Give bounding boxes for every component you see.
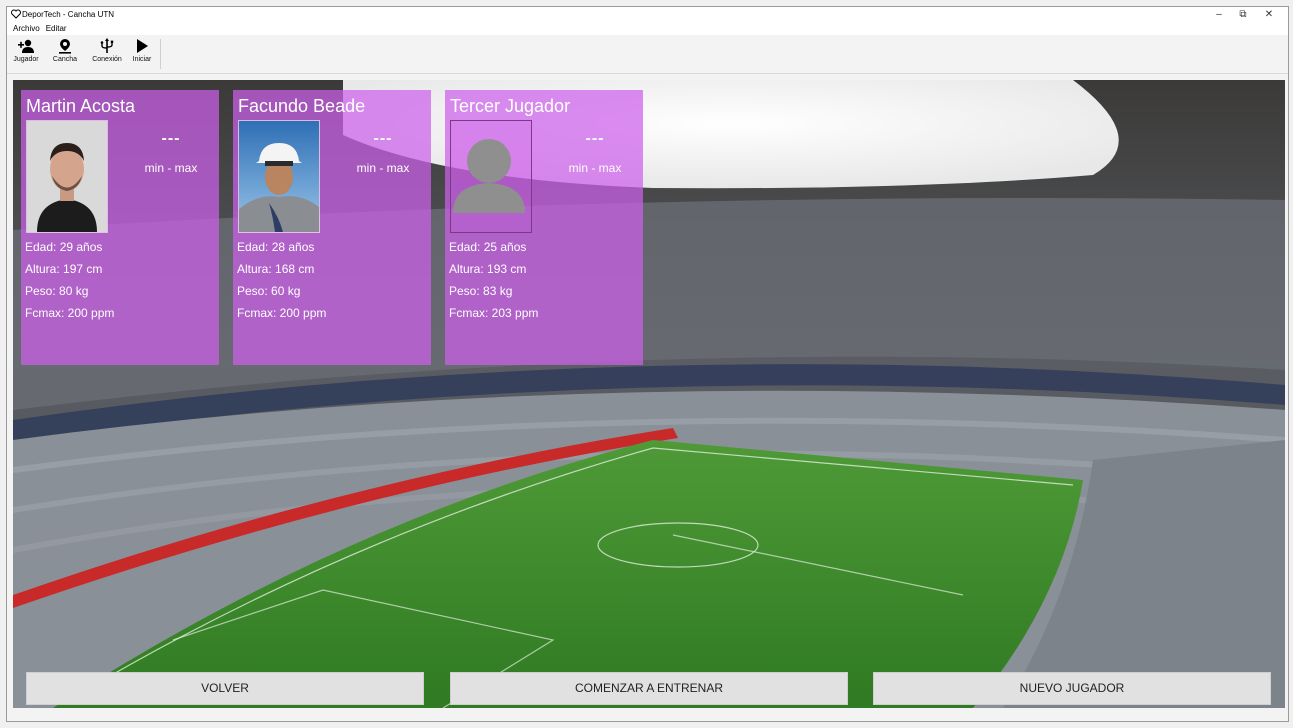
menu-editar[interactable]: Editar <box>43 22 70 35</box>
player-photo <box>450 120 532 233</box>
toolbar-separator <box>160 39 161 69</box>
player-name: Tercer Jugador <box>450 96 571 116</box>
toolbar-iniciar-button[interactable]: Iniciar <box>129 38 155 63</box>
player-weight: Peso: 60 kg <box>237 284 301 298</box>
player-fcmax: Fcmax: 200 ppm <box>25 306 115 320</box>
play-icon <box>137 39 148 53</box>
stadium-view: Martin Acosta --- min - max Edad: 29 año… <box>13 80 1285 708</box>
add-user-icon <box>18 39 34 53</box>
toolbar-label: Iniciar <box>132 56 152 63</box>
location-pin-icon <box>59 39 71 54</box>
player-card[interactable]: Martin Acosta --- min - max Edad: 29 año… <box>21 90 219 365</box>
player-height: Altura: 197 cm <box>25 262 103 276</box>
player-weight: Peso: 83 kg <box>449 284 513 298</box>
player-name: Martin Acosta <box>26 96 136 116</box>
player-card[interactable]: Facundo Beade --- min - max Edad: 28 año… <box>233 90 431 365</box>
player-weight: Peso: 80 kg <box>25 284 89 298</box>
heart-rate-range: min - max <box>568 161 622 175</box>
player-fcmax: Fcmax: 200 ppm <box>237 306 327 320</box>
player-photo <box>238 120 320 233</box>
start-training-button[interactable]: COMENZAR A ENTRENAR <box>450 672 848 705</box>
title-bar: DeporTech - Cancha UTN – ⧉ ✕ <box>7 7 1288 22</box>
toolbar-label: Cancha <box>52 56 78 63</box>
toolbar-jugador-button[interactable]: Jugador <box>11 38 41 63</box>
heart-rate-value: --- <box>585 130 605 147</box>
window-title: DeporTech - Cancha UTN <box>22 10 115 19</box>
player-height: Altura: 193 cm <box>449 262 527 276</box>
usb-icon <box>100 38 114 53</box>
heart-rate-value: --- <box>161 130 181 147</box>
heart-rate-value: --- <box>373 130 393 147</box>
restore-button[interactable]: ⧉ <box>1232 7 1254 22</box>
toolbar-cancha-button[interactable]: Cancha <box>48 38 82 63</box>
toolbar-label: Jugador <box>13 56 39 63</box>
menu-archivo[interactable]: Archivo <box>10 22 43 35</box>
player-name: Facundo Beade <box>238 96 366 116</box>
new-player-button[interactable]: NUEVO JUGADOR <box>873 672 1271 705</box>
menu-bar: Archivo Editar <box>7 22 1288 35</box>
heart-rate-range: min - max <box>356 161 410 175</box>
player-age: Edad: 25 años <box>449 240 527 254</box>
player-age: Edad: 28 años <box>237 240 315 254</box>
minimize-button[interactable]: – <box>1208 7 1230 22</box>
back-button[interactable]: VOLVER <box>26 672 424 705</box>
player-age: Edad: 29 años <box>25 240 103 254</box>
player-photo <box>26 120 108 233</box>
heart-icon <box>11 9 21 19</box>
player-card[interactable]: Tercer Jugador --- min - max Edad: 25 añ… <box>445 90 643 365</box>
toolbar-label: Conexión <box>92 56 122 63</box>
default-avatar-icon <box>451 121 531 232</box>
toolbar: Jugador Cancha Conexión Iniciar <box>7 35 1288 74</box>
player-fcmax: Fcmax: 203 ppm <box>449 306 539 320</box>
toolbar-conexion-button[interactable]: Conexión <box>88 38 126 63</box>
player-height: Altura: 168 cm <box>237 262 315 276</box>
close-button[interactable]: ✕ <box>1258 7 1280 22</box>
heart-rate-range: min - max <box>144 161 198 175</box>
